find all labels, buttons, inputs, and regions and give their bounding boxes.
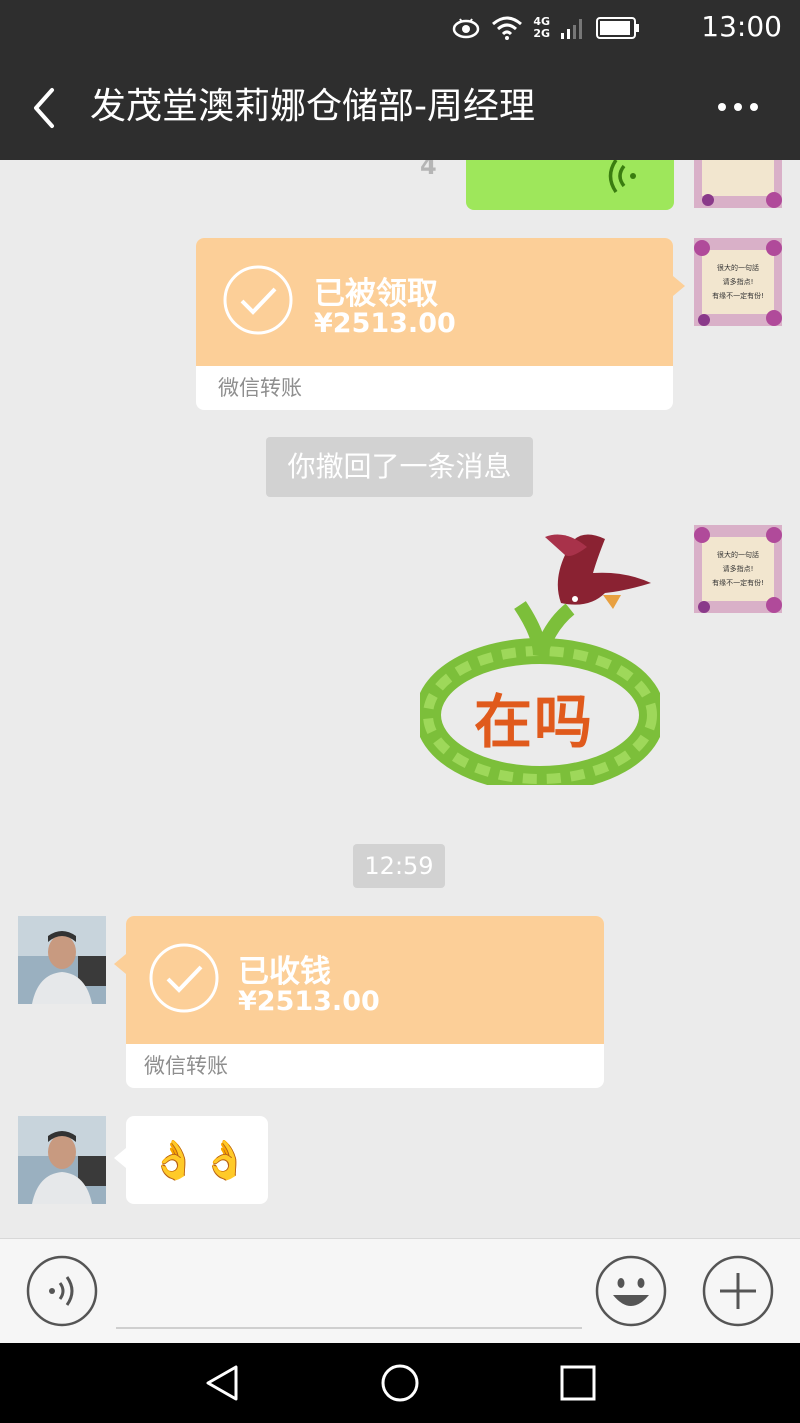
voice-wave-icon bbox=[608, 160, 636, 193]
status-bar: 4G 2G 13:00 bbox=[0, 0, 800, 56]
avatar-contact-image bbox=[18, 916, 106, 1004]
transfer-card-received[interactable]: 已收钱 ¥2513.00 微信转账 bbox=[114, 916, 604, 1088]
bubble-tail bbox=[673, 276, 685, 296]
clock: 13:00 bbox=[701, 10, 782, 43]
message-list[interactable]: 4 已被领取 ¥2513.00 微信转账 很大的一句話 请多指点! 有缘不一定有… bbox=[0, 160, 800, 1238]
signal-icon bbox=[561, 19, 582, 39]
transfer-header: 已被领取 ¥2513.00 bbox=[196, 238, 685, 366]
system-nav-bar bbox=[0, 1343, 800, 1423]
message-input[interactable] bbox=[116, 1259, 582, 1329]
transfer-footer: 微信转账 bbox=[218, 376, 302, 400]
plus-icon[interactable] bbox=[702, 1255, 774, 1327]
avatar-self-image: 很大的一句話 请多指点! 有缘不一定有份! bbox=[694, 525, 782, 613]
sticker-text: 在吗 bbox=[474, 688, 595, 756]
svg-text:很大的一句話: 很大的一句話 bbox=[717, 263, 759, 272]
network-type: 4G 2G bbox=[533, 15, 550, 40]
status-icons: 4G 2G bbox=[451, 12, 640, 44]
nav-recent-icon[interactable] bbox=[556, 1361, 600, 1405]
timestamp: 12:59 bbox=[353, 844, 445, 888]
svg-text:请多指点!: 请多指点! bbox=[723, 277, 754, 286]
avatar-self-image bbox=[694, 160, 782, 208]
sticker-message[interactable]: 在吗 bbox=[420, 525, 660, 785]
svg-text:请多指点!: 请多指点! bbox=[723, 564, 754, 573]
emoji-message-bubble[interactable]: 👌👌 bbox=[114, 1116, 268, 1204]
chat-header: 发茂堂澳莉娜仓储部-周经理 bbox=[0, 56, 800, 160]
voice-duration: 4 bbox=[420, 160, 437, 180]
emoji-icon[interactable] bbox=[595, 1255, 667, 1327]
ok-hand-emoji: 👌👌 bbox=[150, 1138, 253, 1182]
transfer-card-sent[interactable]: 已被领取 ¥2513.00 微信转账 bbox=[196, 238, 685, 410]
transfer-status: 已收钱 bbox=[238, 954, 331, 990]
recall-notice: 你撤回了一条消息 bbox=[266, 437, 533, 497]
check-circle-icon bbox=[223, 265, 293, 335]
svg-text:很大的一句話: 很大的一句話 bbox=[717, 550, 759, 559]
avatar-self[interactable]: 很大的一句話 请多指点! 有缘不一定有份! bbox=[694, 525, 782, 613]
avatar-contact[interactable] bbox=[18, 916, 106, 1004]
back-button[interactable] bbox=[26, 84, 66, 132]
svg-text:有缘不一定有份!: 有缘不一定有份! bbox=[712, 578, 764, 587]
voice-icon[interactable] bbox=[26, 1255, 98, 1327]
wifi-icon bbox=[492, 16, 523, 40]
transfer-header: 已收钱 ¥2513.00 bbox=[114, 916, 604, 1044]
check-circle-icon bbox=[149, 943, 219, 1013]
avatar-self[interactable]: 很大的一句話 请多指点! 有缘不一定有份! bbox=[694, 238, 782, 326]
bubble-tail bbox=[114, 1148, 126, 1168]
nav-back-icon[interactable] bbox=[200, 1361, 244, 1405]
voice-message-bubble[interactable] bbox=[466, 160, 674, 210]
chat-title: 发茂堂澳莉娜仓储部-周经理 bbox=[90, 86, 535, 127]
more-icon[interactable] bbox=[716, 92, 760, 122]
avatar-contact[interactable] bbox=[18, 1116, 106, 1204]
avatar-self-image: 很大的一句話 请多指点! 有缘不一定有份! bbox=[694, 238, 782, 326]
eye-icon bbox=[453, 18, 480, 39]
avatar-contact-image bbox=[18, 1116, 106, 1204]
avatar-self[interactable] bbox=[694, 160, 782, 208]
transfer-amount: ¥2513.00 bbox=[314, 308, 456, 339]
svg-text:有缘不一定有份!: 有缘不一定有份! bbox=[712, 291, 764, 300]
input-bar bbox=[0, 1238, 800, 1343]
nav-home-icon[interactable] bbox=[378, 1361, 422, 1405]
battery-icon bbox=[596, 17, 639, 39]
bubble-tail bbox=[114, 954, 126, 974]
transfer-amount: ¥2513.00 bbox=[238, 986, 380, 1017]
transfer-footer: 微信转账 bbox=[144, 1054, 228, 1078]
transfer-status: 已被领取 bbox=[314, 276, 438, 312]
